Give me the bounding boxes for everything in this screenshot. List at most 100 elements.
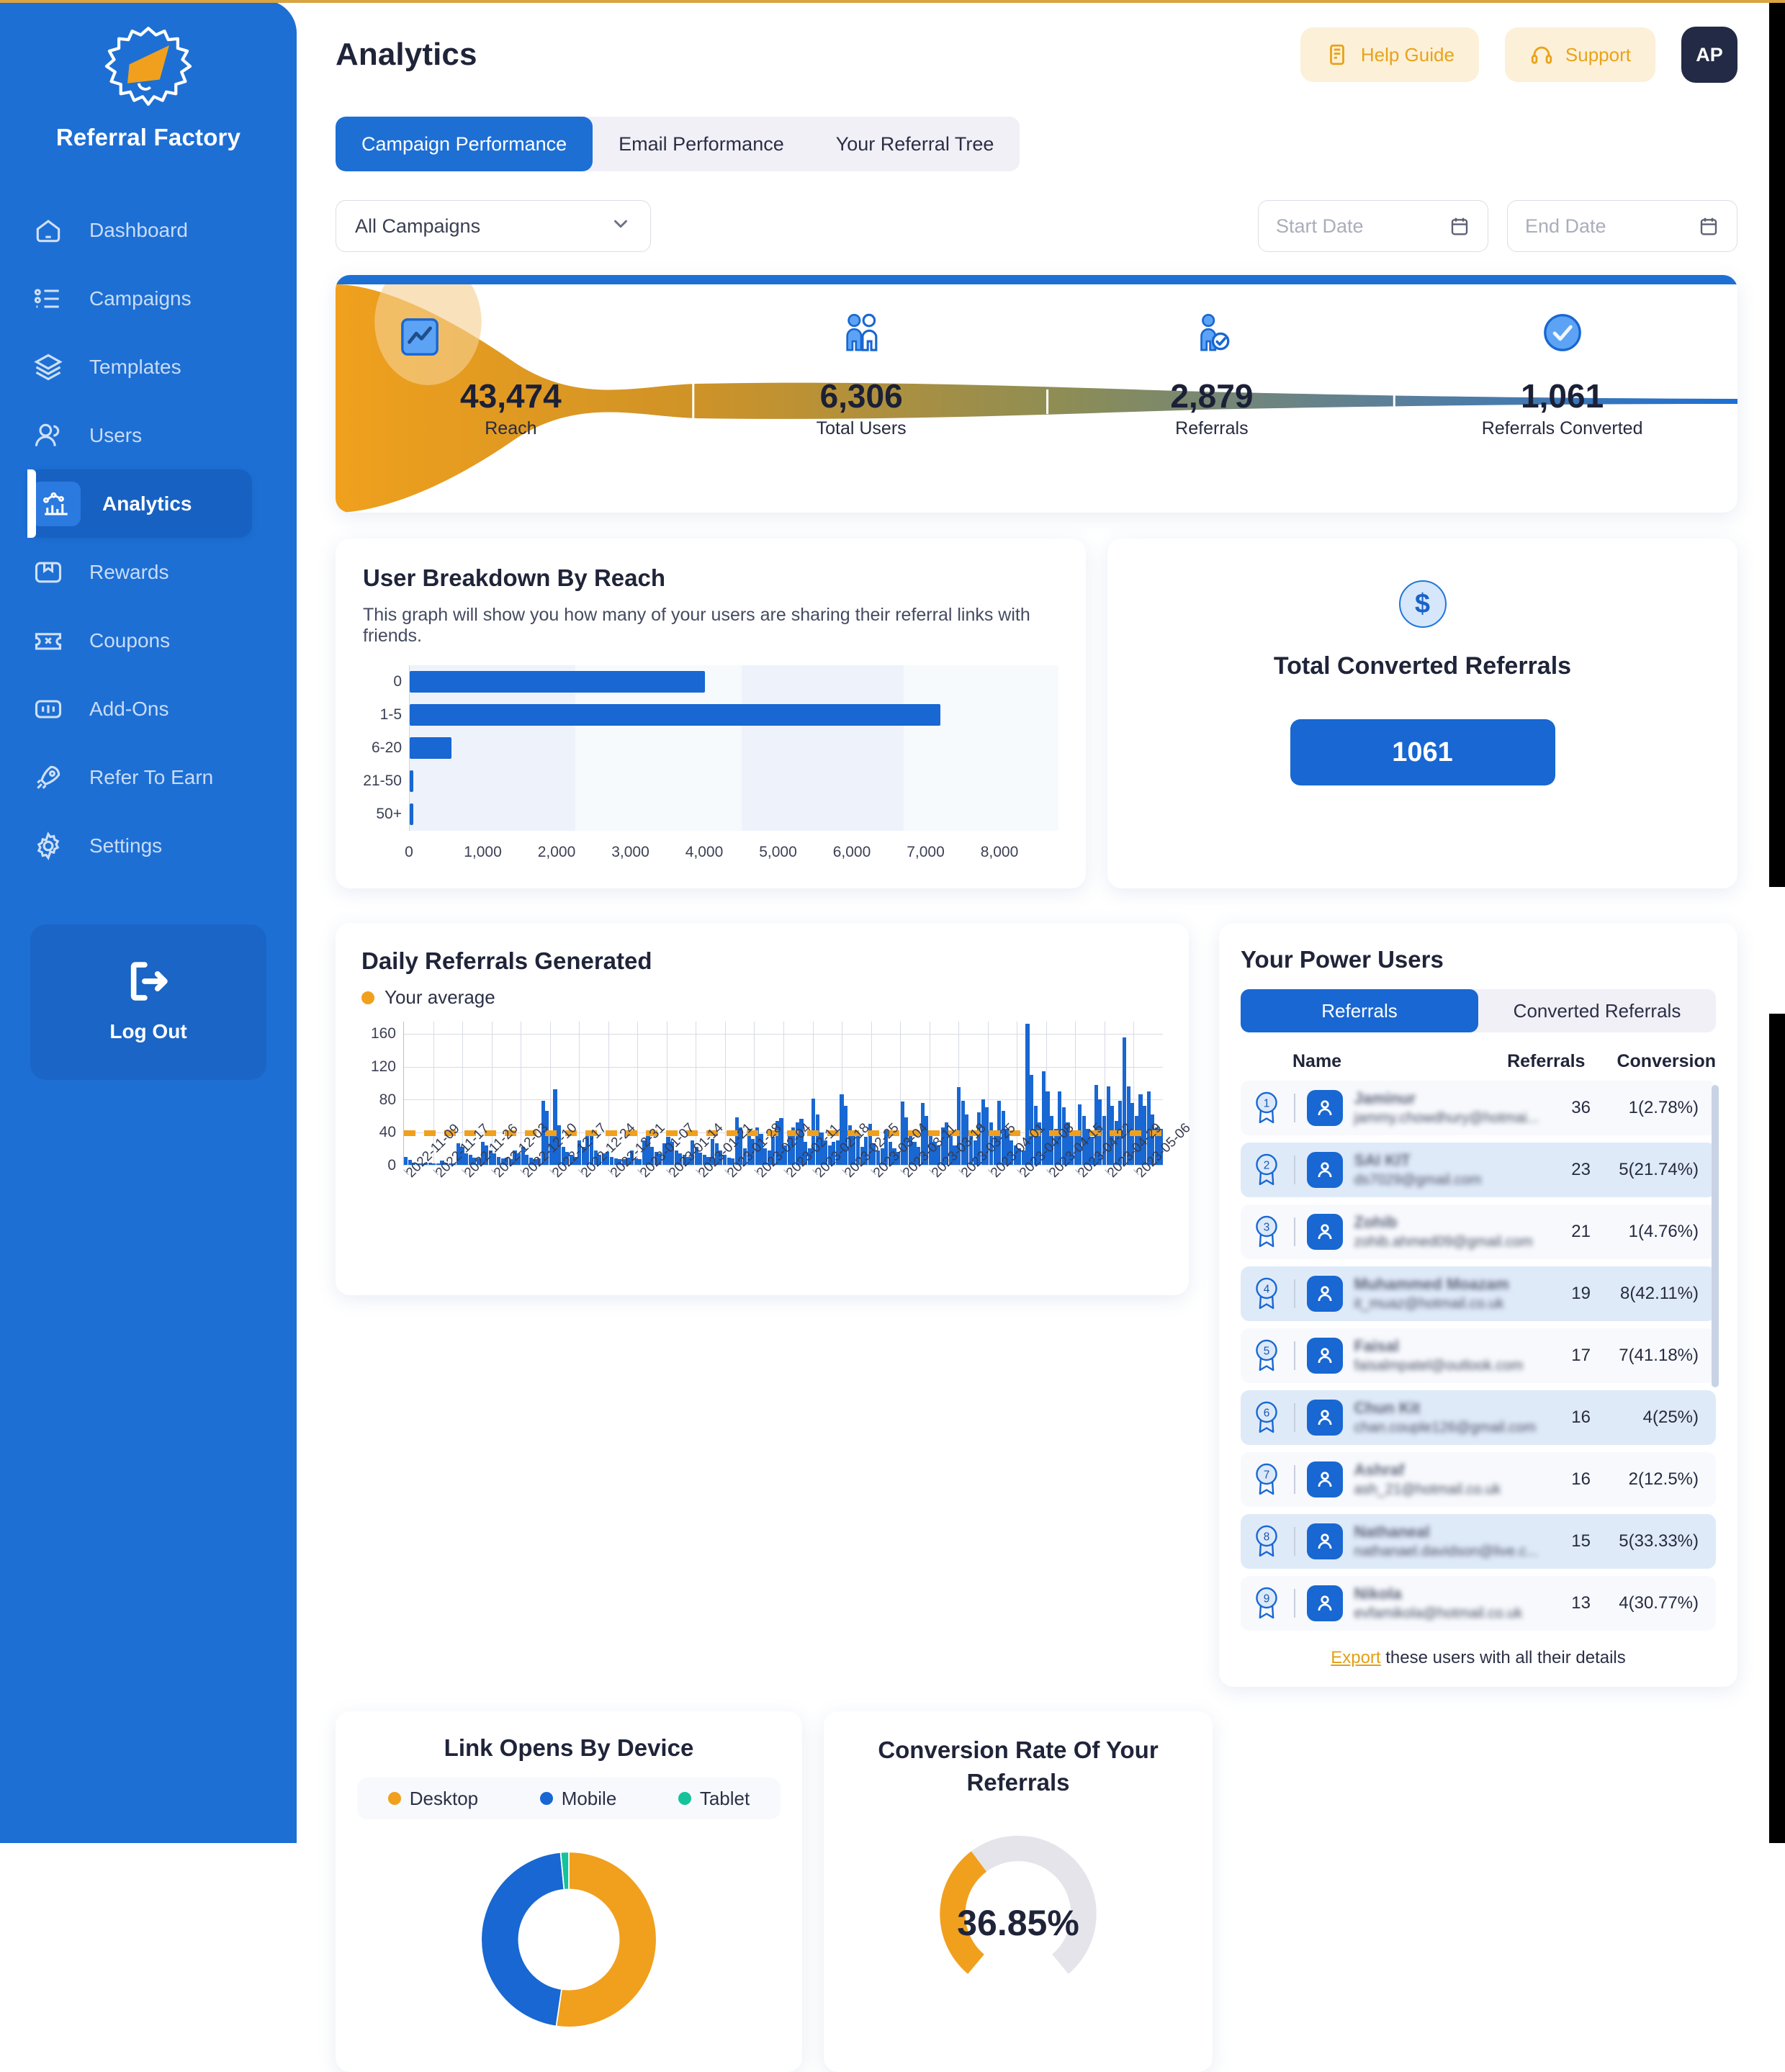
funnel-label: Reach — [485, 418, 537, 438]
breakdown-x-tick: 5,000 — [759, 844, 797, 860]
user-breakdown-subtitle: This graph will show you how many of you… — [363, 605, 1030, 646]
breakdown-category-label: 6-20 — [371, 739, 402, 756]
chart-band — [741, 665, 904, 831]
svg-text:8: 8 — [1264, 1531, 1270, 1544]
total-converted-value-button[interactable]: 1061 — [1290, 719, 1555, 785]
row-divider — [1294, 1465, 1295, 1494]
user-name: Chun Kit — [1354, 1399, 1421, 1417]
two-people-icon — [840, 312, 882, 357]
sidebar-item-coupons[interactable]: Coupons — [0, 606, 297, 675]
user-referrals: 36 — [1571, 1098, 1591, 1117]
medal-icon: 7 — [1251, 1462, 1282, 1497]
mobile-dot-icon — [539, 1792, 553, 1805]
sidebar-item-label: Rewards — [89, 560, 169, 583]
power-user-row[interactable]: 6 Chun Kit chan.couple126@gmail.com 16 4(25%… — [1241, 1390, 1716, 1445]
medal-icon: 4 — [1251, 1276, 1282, 1311]
analytics-icon — [32, 481, 81, 526]
breakdown-bar — [410, 803, 413, 825]
breakdown-x-tick: 4,000 — [685, 844, 724, 860]
column-name: Name — [1292, 1051, 1342, 1071]
sidebar-item-add-ons[interactable]: Add-Ons — [0, 675, 297, 743]
chart-square-icon — [399, 316, 441, 361]
user-identity: Ashraf ash_21@hotmail.co.uk — [1354, 1461, 1501, 1498]
legend-dot-icon — [361, 991, 374, 1004]
export-rest: these users with all their details — [1380, 1648, 1626, 1667]
breakdown-row: User Breakdown By Reach This graph will … — [336, 539, 1737, 888]
daily-bar — [404, 1156, 408, 1165]
help-guide-button[interactable]: Help Guide — [1300, 27, 1479, 82]
funnel-value: 43,474 — [460, 377, 562, 415]
device-legend: Desktop Mobile Tablet — [357, 1778, 781, 1819]
referral-factory-logo-icon — [104, 27, 192, 106]
book-icon — [1329, 44, 1344, 66]
support-button[interactable]: Support — [1504, 27, 1655, 82]
person-check-icon — [1191, 312, 1233, 357]
user-breakdown-title: User Breakdown By Reach — [363, 564, 665, 591]
user-identity: Nathaneal nathanael.davidson@live.c... — [1354, 1523, 1539, 1560]
power-user-row[interactable]: 2 SAI KIT ds7029@gmail.com 23 5(21.74%) — [1241, 1143, 1716, 1197]
user-avatar-icon — [1306, 1523, 1343, 1559]
power-user-row[interactable]: 1 Jaminur jammy.chowdhury@hotmai... 36 1(2.7… — [1241, 1081, 1716, 1135]
legend-label: Mobile — [561, 1787, 617, 1809]
funnel-step-referrals-converted: 1,061 Referrals Converted — [1387, 284, 1737, 513]
tab-converted-referrals[interactable]: Converted Referrals — [1478, 989, 1716, 1032]
power-user-row[interactable]: 3 Zohib zohib.ahmed09@gmail.com 21 1(4.76%) — [1241, 1204, 1716, 1259]
power-users-header: Name Referrals Conversion — [1241, 1051, 1716, 1072]
medal-icon: 3 — [1251, 1215, 1282, 1249]
tab-campaign-performance[interactable]: Campaign Performance — [336, 117, 593, 171]
user-avatar-icon — [1306, 1152, 1343, 1188]
user-conversion: 4(30.77%) — [1619, 1593, 1699, 1613]
avatar[interactable]: AP — [1681, 27, 1737, 83]
user-name: Muhammed Moazam — [1354, 1275, 1509, 1293]
power-user-row[interactable]: 8 Nathaneal nathanael.davidson@live.c... 15… — [1241, 1514, 1716, 1569]
daily-legend: Your average — [361, 986, 1163, 1009]
tab-email-performance[interactable]: Email Performance — [593, 117, 810, 171]
sidebar-item-label: Dashboard — [89, 218, 188, 241]
right-edge-bar-bottom — [1769, 1014, 1785, 1843]
user-identity: Jaminur jammy.chowdhury@hotmai... — [1354, 1089, 1539, 1127]
user-name: Jaminur — [1354, 1089, 1416, 1107]
power-users-scrollbar[interactable] — [1712, 1085, 1719, 1387]
sidebar-item-settings[interactable]: Settings — [0, 811, 297, 880]
export-link[interactable]: Export — [1331, 1648, 1380, 1667]
sidebar-item-label: Refer To Earn — [89, 765, 214, 788]
start-date-input[interactable]: Start Date — [1258, 200, 1488, 252]
medal-icon: 5 — [1251, 1338, 1282, 1373]
funnel-top-accent — [336, 275, 1737, 284]
sidebar-item-templates[interactable]: Templates — [0, 333, 297, 401]
dollar-circle-icon: $ — [1398, 580, 1447, 628]
power-user-row[interactable]: 9 Nikola evfamikola@hotmail.co.uk 13 4(30.77… — [1241, 1576, 1716, 1631]
svg-text:9: 9 — [1264, 1593, 1270, 1605]
headset-icon — [1531, 46, 1552, 64]
sidebar-item-users[interactable]: Users — [0, 401, 297, 469]
device-and-gauge-row: Link Opens By Device Desktop Mobile Tabl… — [336, 1711, 1737, 2072]
donut-svg — [480, 1851, 657, 2028]
power-user-row[interactable]: 7 Ashraf ash_21@hotmail.co.uk 16 2(12.5%) — [1241, 1452, 1716, 1507]
user-conversion: 2(12.5%) — [1628, 1469, 1699, 1489]
tab-your-referral-tree[interactable]: Your Referral Tree — [810, 117, 1020, 171]
campaign-select[interactable]: All Campaigns — [336, 200, 651, 252]
sidebar-item-campaigns[interactable]: Campaigns — [0, 264, 297, 333]
logout-button[interactable]: Log Out — [30, 924, 266, 1080]
row-divider — [1294, 1589, 1295, 1618]
user-conversion: 1(4.76%) — [1628, 1222, 1699, 1241]
tab-referrals[interactable]: Referrals — [1241, 989, 1478, 1032]
sidebar-item-analytics[interactable]: Analytics — [27, 469, 252, 538]
funnel-label: Total Users — [816, 418, 907, 438]
power-user-row[interactable]: 5 Faisal faisalmpatel@outlook.com 17 7(41.18… — [1241, 1328, 1716, 1383]
power-user-row[interactable]: 4 Muhammed Moazam it_muaz@hotmail.co.uk 19 8… — [1241, 1266, 1716, 1321]
breakdown-x-tick: 7,000 — [907, 844, 945, 860]
sidebar-item-dashboard[interactable]: Dashboard — [0, 196, 297, 264]
ticket-icon — [32, 624, 65, 657]
user-email: chan.couple126@gmail.com — [1354, 1420, 1537, 1436]
sidebar-item-refer-to-earn[interactable]: Refer To Earn — [0, 743, 297, 811]
date-range: Start Date End Date — [1258, 200, 1737, 252]
row-divider — [1294, 1156, 1295, 1184]
user-name: Zohib — [1354, 1213, 1398, 1231]
breakdown-x-tick: 2,000 — [537, 844, 576, 860]
user-email: evfamikola@hotmail.co.uk — [1354, 1605, 1523, 1621]
end-date-input[interactable]: End Date — [1507, 200, 1737, 252]
sidebar-item-rewards[interactable]: Rewards — [0, 538, 297, 606]
user-avatar-icon — [1306, 1214, 1343, 1250]
user-email: nathanael.davidson@live.c... — [1354, 1544, 1539, 1559]
